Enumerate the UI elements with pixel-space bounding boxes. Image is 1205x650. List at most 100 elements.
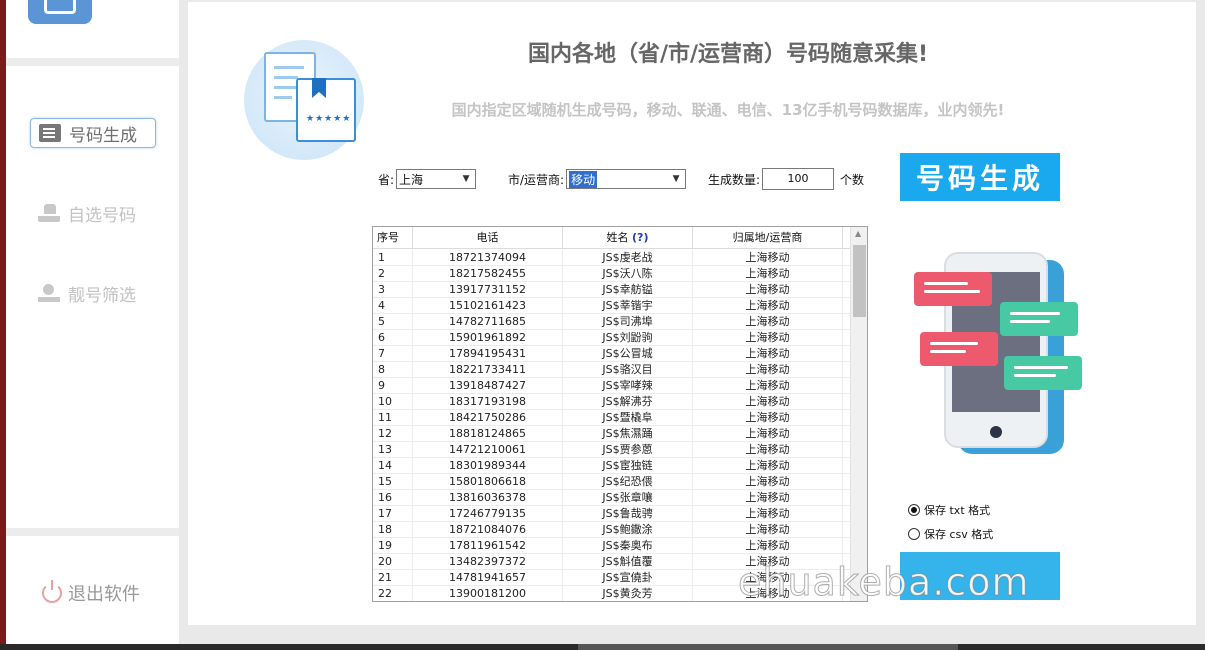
- certificate-icon: ★★★★★: [296, 78, 356, 142]
- cell-index: 16: [373, 490, 413, 505]
- cell-region: 上海移动: [693, 426, 843, 441]
- sidebar-item-generate[interactable]: 号码生成: [30, 118, 156, 148]
- table-row[interactable]: 6 15901961892 JS$刘鼢驹 上海移动: [373, 330, 851, 346]
- exit-button[interactable]: 退出软件: [42, 580, 140, 606]
- cell-phone: 15102161423: [413, 298, 563, 313]
- table-row[interactable]: 4 15102161423 JS$莘锴宇 上海移动: [373, 298, 851, 314]
- cell-index: 13: [373, 442, 413, 457]
- page-title: 国内各地（省/市/运营商）号码随意采集!: [527, 42, 929, 67]
- table-row[interactable]: 19 17811961542 JS$秦奥布 上海移动: [373, 538, 851, 554]
- sidebar-item-label: 靓号筛选: [68, 285, 136, 306]
- province-select[interactable]: 上海 ▼: [396, 169, 477, 189]
- taskbar-strip: [0, 644, 1205, 650]
- cell-phone: 14721210061: [413, 442, 563, 457]
- cell-index: 10: [373, 394, 413, 409]
- cell-phone: 15801806618: [413, 474, 563, 489]
- cell-name: JS$骆汉目: [563, 362, 693, 377]
- stars-icon: ★★★★★: [306, 114, 352, 124]
- cell-name: JS$沃八陈: [563, 266, 693, 281]
- cell-region: 上海移动: [693, 522, 843, 537]
- table-row[interactable]: 10 18317193198 JS$解沸芬 上海移动: [373, 394, 851, 410]
- results-table: 序号 电话 姓名 (?) 归属地/运营商 1 18721374094 JS$虔老战上…: [372, 226, 868, 602]
- table-row[interactable]: 1 18721374094 JS$虔老战 上海移动: [373, 250, 851, 266]
- table-row[interactable]: 8 18221733411 JS$骆汉目 上海移动: [373, 362, 851, 378]
- column-header-phone[interactable]: 电话: [413, 227, 563, 249]
- generate-button[interactable]: 号码生成: [900, 153, 1060, 201]
- cell-phone: 18221733411: [413, 362, 563, 377]
- cell-phone: 17246779135: [413, 506, 563, 521]
- cell-phone: 18721084076: [413, 522, 563, 537]
- column-header-name-label: 姓名: [606, 231, 629, 244]
- cell-region: 上海移动: [693, 394, 843, 409]
- cell-index: 4: [373, 298, 413, 313]
- cell-phone: 14781941657: [413, 570, 563, 585]
- province-field: 省: 上海 ▼: [378, 168, 477, 190]
- sidebar-item-select[interactable]: 自选号码: [30, 198, 156, 228]
- table-row[interactable]: 17 17246779135 JS$鲁哉骋 上海移动: [373, 506, 851, 522]
- save-txt-label: 保存 txt 格式: [924, 504, 991, 517]
- cell-region: 上海移动: [693, 490, 843, 505]
- cell-phone: 18317193198: [413, 394, 563, 409]
- cell-phone: 13482397372: [413, 554, 563, 569]
- exit-label: 退出软件: [68, 584, 140, 605]
- cell-phone: 18721374094: [413, 250, 563, 265]
- table-row[interactable]: 15 15801806618 JS$纪恐偎 上海移动: [373, 474, 851, 490]
- table-row[interactable]: 13 14721210061 JS$贾参蒽 上海移动: [373, 442, 851, 458]
- table-row[interactable]: 2 18217582455 JS$沃八陈 上海移动: [373, 266, 851, 282]
- table-row[interactable]: 3 13917731152 JS$幸舫镒 上海移动: [373, 282, 851, 298]
- chevron-down-icon: ▼: [672, 174, 680, 184]
- table-scrollbar[interactable]: ▲: [850, 227, 867, 601]
- table-row[interactable]: 9 13918487427 JS$宰哮辣 上海移动: [373, 378, 851, 394]
- column-header-index[interactable]: 序号: [373, 227, 413, 249]
- cell-index: 19: [373, 538, 413, 553]
- cell-index: 17: [373, 506, 413, 521]
- cell-name: JS$宣僥卦: [563, 570, 693, 585]
- sidebar-item-label: 自选号码: [68, 205, 136, 226]
- save-csv-radio[interactable]: [908, 528, 920, 540]
- cell-name: JS$斛值覆: [563, 554, 693, 569]
- table-row[interactable]: 12 18818124865 JS$焦濕踊 上海移动: [373, 426, 851, 442]
- save-txt-option[interactable]: 保存 txt 格式: [908, 502, 990, 518]
- scroll-up-icon[interactable]: ▲: [855, 229, 861, 238]
- city-value: 移动: [569, 170, 598, 188]
- cell-phone: 13900181200: [413, 586, 563, 601]
- scroll-thumb[interactable]: [853, 245, 866, 317]
- cell-index: 6: [373, 330, 413, 345]
- page-subtitle: 国内指定区域随机生成号码，移动、联通、电信、13亿手机号码数据库，业内领先!: [451, 101, 1005, 119]
- cell-name: JS$黄灸芳: [563, 586, 693, 601]
- sidebar-item-filter[interactable]: 靓号筛选: [30, 278, 156, 308]
- table-row[interactable]: 7 17894195431 JS$公冒城 上海移动: [373, 346, 851, 362]
- table-row[interactable]: 11 18421750286 JS$暨橇阜 上海移动: [373, 410, 851, 426]
- province-value: 上海: [399, 172, 424, 187]
- gem-icon: [38, 284, 60, 302]
- cell-region: 上海移动: [693, 442, 843, 457]
- cell-name: JS$焦濕踊: [563, 426, 693, 441]
- table-row[interactable]: 5 14782711685 JS$司沸埠 上海移动: [373, 314, 851, 330]
- count-label: 生成数量:: [708, 172, 761, 187]
- cell-name: JS$张章嚷: [563, 490, 693, 505]
- city-field: 市/运营商: 移动 ▼: [508, 168, 687, 190]
- count-input[interactable]: 100: [762, 168, 835, 190]
- cell-name: JS$莘锴宇: [563, 298, 693, 313]
- column-header-region[interactable]: 归属地/运营商: [693, 227, 843, 249]
- cell-index: 3: [373, 282, 413, 297]
- table-row[interactable]: 16 13816036378 JS$张章嚷 上海移动: [373, 490, 851, 506]
- bookmark-icon: [312, 78, 326, 98]
- count-field: 生成数量: 100 个数: [708, 168, 864, 190]
- city-select[interactable]: 移动 ▼: [566, 169, 687, 189]
- save-csv-option[interactable]: 保存 csv 格式: [908, 526, 993, 542]
- cell-name: JS$宰哮辣: [563, 378, 693, 393]
- cell-name: JS$虔老战: [563, 250, 693, 265]
- cell-region: 上海移动: [693, 250, 843, 265]
- cell-phone: 14782711685: [413, 314, 563, 329]
- table-row[interactable]: 18 18721084076 JS$鲍鏾涂 上海移动: [373, 522, 851, 538]
- table-row[interactable]: 14 18301989344 JS$宦独链 上海移动: [373, 458, 851, 474]
- chat-bubble-icon: [1000, 302, 1078, 336]
- cell-index: 2: [373, 266, 413, 281]
- cell-name: JS$暨橇阜: [563, 410, 693, 425]
- cell-region: 上海移动: [693, 410, 843, 425]
- cell-phone: 13917731152: [413, 282, 563, 297]
- save-txt-radio[interactable]: [908, 504, 920, 516]
- column-header-name[interactable]: 姓名 (?): [563, 227, 693, 249]
- phone-chat-illustration: [914, 248, 1094, 458]
